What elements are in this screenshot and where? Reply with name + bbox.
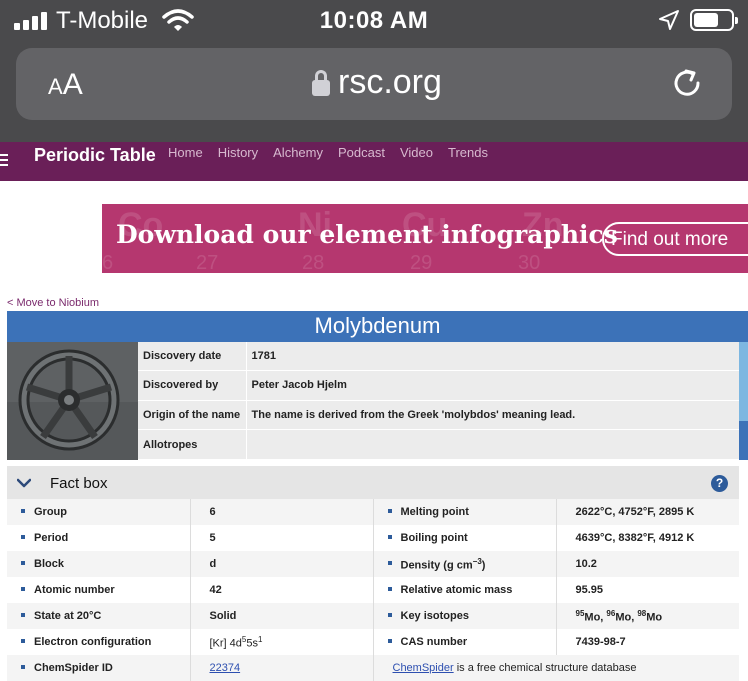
fact-label: Key isotopes (373, 603, 557, 629)
fact-box-table: Group 6 Melting point 2622°C, 4752°F, 28… (7, 499, 739, 681)
battery-icon (690, 9, 738, 31)
fact-value: 7439-98-7 (556, 629, 739, 655)
fact-value: 10.2 (556, 551, 739, 577)
reload-icon[interactable] (670, 66, 704, 100)
fact-value: 95.95 (556, 577, 739, 603)
banner-ghost-number: 29 (410, 252, 433, 273)
electron-configuration-value: [Kr] 4d55s1 (190, 629, 374, 655)
fact-label: Melting point (373, 499, 557, 525)
fact-value: 5 (190, 525, 374, 551)
nav-link-trends[interactable]: Trends (448, 146, 488, 160)
nav-link-history[interactable]: History (218, 146, 258, 160)
text-size-button[interactable]: AA (48, 68, 83, 102)
info-value: The name is derived from the Greek 'moly… (246, 400, 739, 431)
info-value: 1781 (246, 342, 739, 372)
move-to-niobium-link[interactable]: < Move to Niobium (7, 297, 99, 309)
fact-value: Solid (190, 603, 374, 629)
key-isotopes-value: 95Mo, 96Mo, 98Mo (556, 603, 739, 629)
fact-label: Electron configuration (7, 629, 191, 655)
fact-label: Density (g cm−3) (373, 551, 557, 577)
fact-label: ChemSpider ID (7, 655, 191, 681)
fact-box-title: Fact box (50, 475, 108, 492)
banner-ghost-number: 27 (196, 252, 219, 273)
info-value: Peter Jacob Hjelm (246, 370, 739, 401)
infographics-banner[interactable]: Co Ni Cu Zn 6 27 28 29 30 Download our e… (102, 204, 748, 273)
fact-row: Group 6 Melting point 2622°C, 4752°F, 28… (7, 499, 739, 525)
side-strip (739, 421, 748, 460)
fact-label: Relative atomic mass (373, 577, 557, 603)
banner-headline: Download our element infographics (116, 220, 618, 249)
fact-value: d (190, 551, 374, 577)
nav-link-home[interactable]: Home (168, 146, 203, 160)
fact-label: Group (7, 499, 191, 525)
chemspider-link[interactable]: ChemSpider (393, 662, 454, 674)
fact-value: 42 (190, 577, 374, 603)
fact-value: 2622°C, 4752°F, 2895 K (556, 499, 739, 525)
banner-ghost-number: 30 (518, 252, 541, 273)
element-name: Molybdenum (7, 311, 748, 342)
fact-box-header[interactable]: Fact box ? (7, 466, 739, 499)
fact-row: Period 5 Boiling point 4639°C, 8382°F, 4… (7, 525, 739, 551)
fact-row: Atomic number 42 Relative atomic mass 95… (7, 577, 739, 603)
browser-chrome: T-Mobile 10:08 AM AA rsc.org (0, 0, 748, 142)
info-label: Origin of the name (138, 400, 247, 431)
element-info-table: Discovery date 1781 Discovered by Peter … (138, 342, 739, 460)
fact-label: State at 20°C (7, 603, 191, 629)
nav-links: Home History Alchemy Podcast Video Trend… (168, 146, 488, 160)
banner-ghost-number: 6 (102, 252, 114, 273)
info-row: Discovery date 1781 (138, 342, 739, 372)
fact-label: Atomic number (7, 577, 191, 603)
chemspider-note: ChemSpider is a free chemical structure … (373, 655, 739, 681)
hamburger-menu-icon[interactable] (0, 154, 8, 168)
fact-label: Block (7, 551, 191, 577)
info-label: Discovery date (138, 342, 247, 372)
info-row: Allotropes (138, 429, 739, 460)
info-label: Allotropes (138, 429, 247, 460)
fact-value: 4639°C, 8382°F, 4912 K (556, 525, 739, 551)
find-out-more-button[interactable]: Find out more (602, 222, 748, 256)
nav-link-alchemy[interactable]: Alchemy (273, 146, 323, 160)
nav-link-video[interactable]: Video (400, 146, 433, 160)
valve-wheel-image (7, 342, 138, 460)
fact-row: Electron configuration [Kr] 4d55s1 CAS n… (7, 629, 739, 655)
fact-label: CAS number (373, 629, 557, 655)
clock: 10:08 AM (319, 7, 429, 34)
site-navigation: Periodic Table Home History Alchemy Podc… (0, 142, 748, 181)
lock-icon (312, 70, 330, 96)
info-row: Origin of the name The name is derived f… (138, 400, 739, 431)
status-bar: T-Mobile 10:08 AM (0, 0, 748, 42)
nav-link-podcast[interactable]: Podcast (338, 146, 385, 160)
fact-row: State at 20°C Solid Key isotopes 95Mo, 9… (7, 603, 739, 629)
banner-ghost-number: 28 (302, 252, 325, 273)
element-image (7, 342, 138, 460)
address-bar[interactable]: AA rsc.org (16, 48, 732, 120)
location-arrow-icon (659, 10, 679, 30)
info-row: Discovered by Peter Jacob Hjelm (138, 370, 739, 401)
site-brand[interactable]: Periodic Table (34, 144, 156, 166)
info-label: Discovered by (138, 370, 247, 401)
fact-row: ChemSpider ID 22374 ChemSpider is a free… (7, 655, 739, 681)
info-value (246, 429, 739, 460)
fact-row: Block d Density (g cm−3) 10.2 (7, 551, 739, 577)
fact-value: 6 (190, 499, 374, 525)
help-icon[interactable]: ? (711, 475, 728, 492)
url-text[interactable]: rsc.org (338, 63, 442, 102)
chevron-down-icon[interactable] (17, 476, 31, 490)
fact-label: Boiling point (373, 525, 557, 551)
fact-label: Period (7, 525, 191, 551)
chemspider-id-link[interactable]: 22374 (190, 655, 374, 681)
